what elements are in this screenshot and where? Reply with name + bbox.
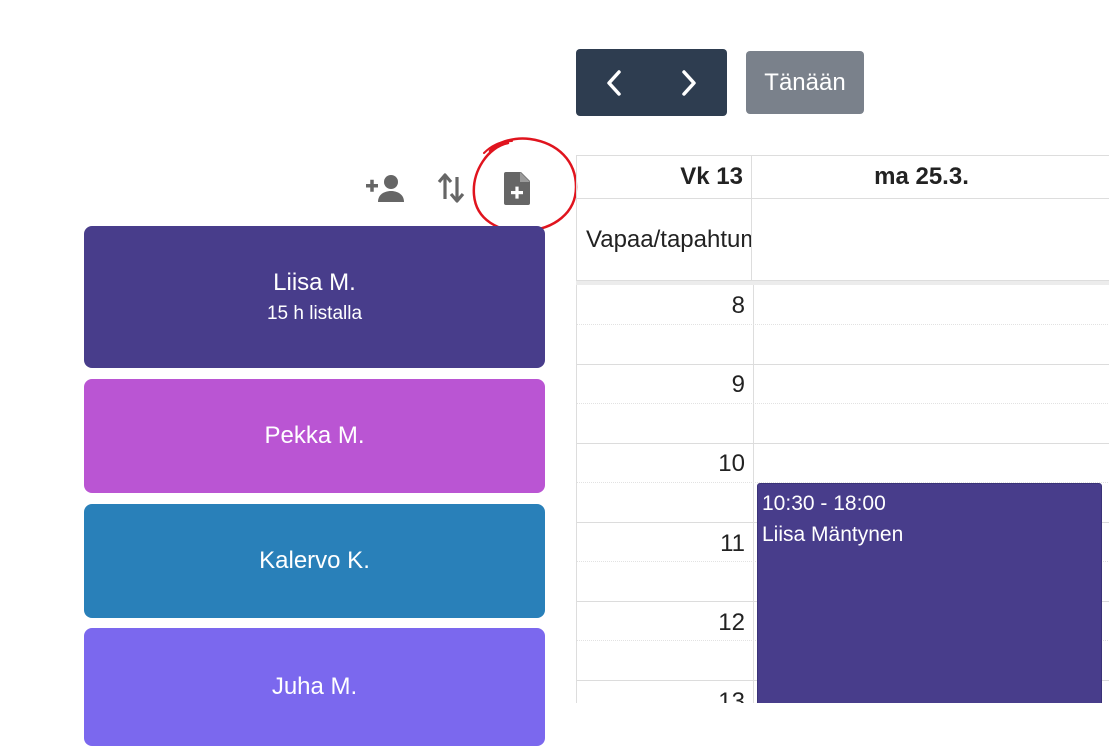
grid-line: [577, 403, 1109, 404]
shift-event[interactable]: 10:30 - 18:00 Liisa Mäntynen: [757, 483, 1102, 703]
employee-card-pekka[interactable]: Pekka M.: [84, 379, 545, 493]
sort-icon[interactable]: [437, 171, 465, 205]
calendar: Vk 13 ma 25.3. Vapaa/tapahtuma 8 9 10 11…: [576, 155, 1109, 703]
previous-button[interactable]: [576, 49, 652, 116]
allday-cell[interactable]: [752, 198, 1109, 280]
week-number: Vk 13: [576, 155, 752, 198]
grid-line: [577, 443, 1109, 444]
employee-name: Pekka M.: [264, 422, 365, 449]
next-button[interactable]: [652, 49, 728, 116]
hour-label: 11: [720, 530, 745, 557]
grid-line: [577, 364, 1109, 365]
today-button[interactable]: Tänään: [746, 51, 864, 114]
employee-card-liisa[interactable]: Liisa M. 15 h listalla: [84, 226, 545, 368]
hour-label: 8: [731, 292, 745, 319]
employee-name: Liisa M.: [273, 269, 356, 296]
employee-card-kalervo[interactable]: Kalervo K.: [84, 504, 545, 618]
hour-label: 12: [718, 609, 745, 636]
date-navigation: [576, 49, 727, 116]
event-time: 10:30 - 18:00: [762, 492, 886, 515]
add-person-icon[interactable]: [364, 172, 406, 204]
employee-hours: 15 h listalla: [266, 303, 363, 324]
event-title: Liisa Mäntynen: [762, 523, 904, 546]
hour-label: 10: [718, 450, 745, 477]
grid-line: [577, 324, 1109, 325]
employee-card-juha[interactable]: Juha M.: [84, 628, 545, 746]
chevron-left-icon: [607, 69, 621, 96]
chevron-right-icon: [682, 69, 696, 96]
hour-label: 13: [718, 688, 745, 703]
time-grid[interactable]: 8 9 10 11 12 13 10:30 - 18:00 Liisa Mänt…: [576, 285, 1109, 703]
employee-name: Kalervo K.: [259, 547, 370, 574]
add-document-icon[interactable]: [501, 170, 533, 206]
day-header[interactable]: ma 25.3.: [752, 155, 1109, 198]
allday-label: Vapaa/tapahtuma: [576, 198, 752, 280]
hour-label: 9: [731, 371, 745, 398]
employee-name: Juha M.: [271, 673, 358, 700]
